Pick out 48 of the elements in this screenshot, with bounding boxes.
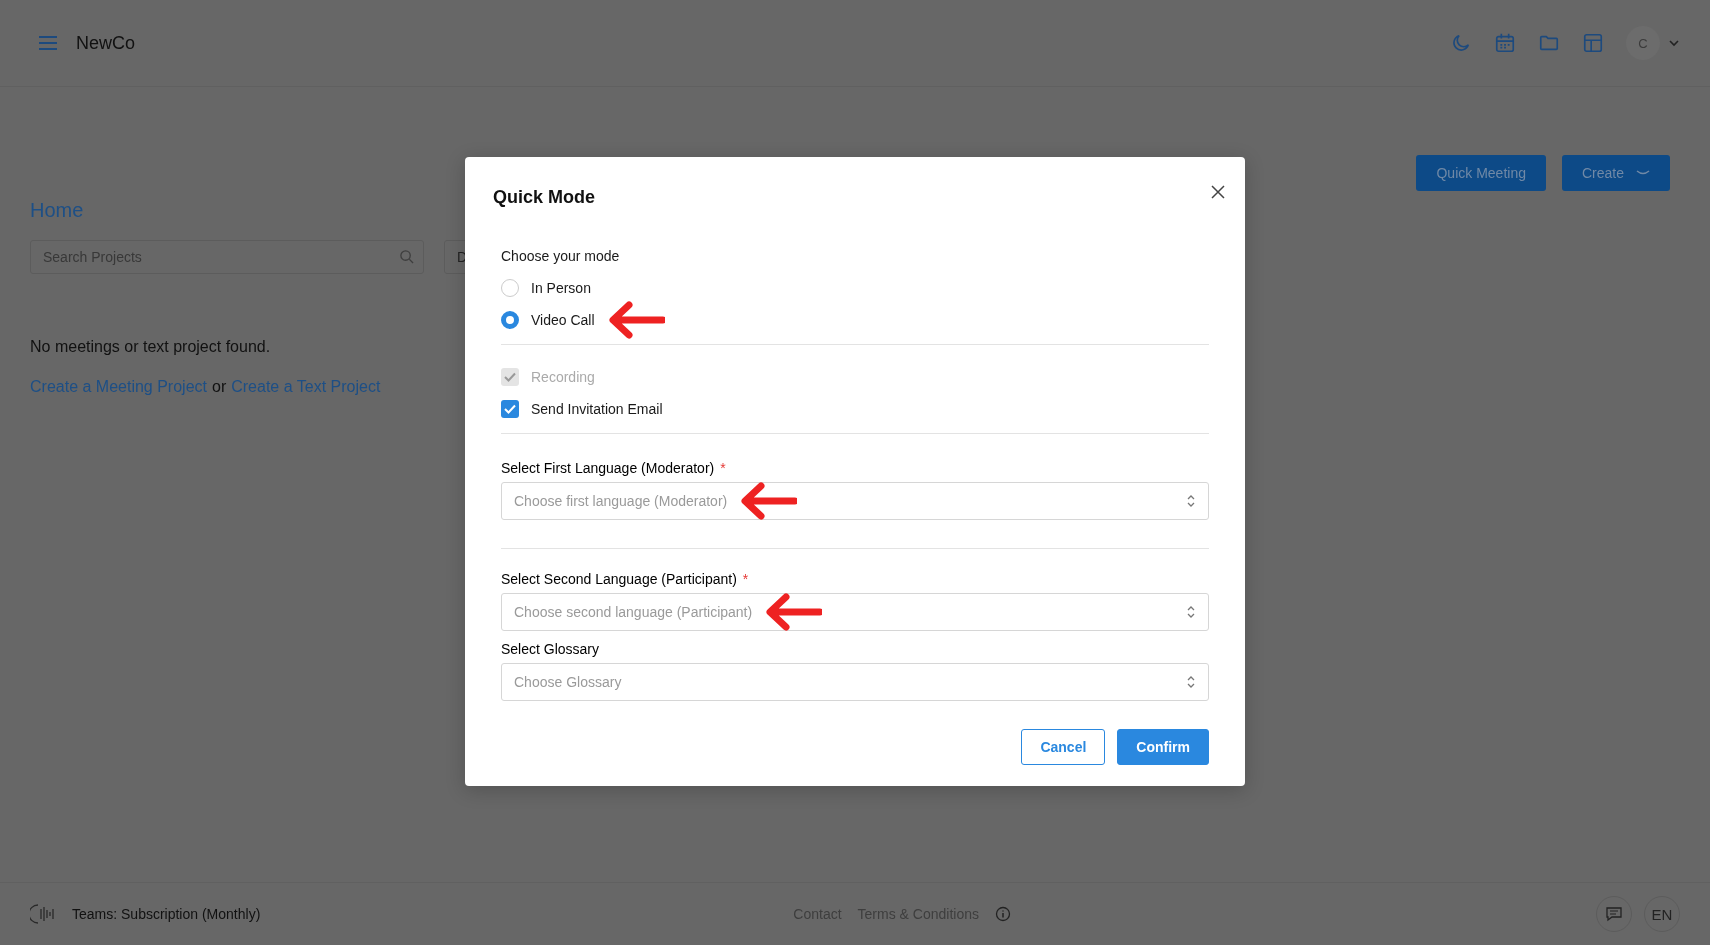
radio-label: In Person: [531, 280, 591, 296]
calendar-icon[interactable]: [1494, 32, 1516, 54]
create-dropdown-button[interactable]: Create: [1561, 155, 1670, 191]
menu-icon[interactable]: [38, 35, 58, 51]
chevron-down-icon[interactable]: [1668, 39, 1680, 47]
search-icon: [399, 249, 414, 264]
layout-grid-icon[interactable]: [1582, 32, 1604, 54]
field-label: Select First Language (Moderator): [501, 460, 715, 476]
field-label: Select Second Language (Participant): [501, 571, 737, 587]
select-field[interactable]: Choose Glossary: [501, 663, 1209, 701]
radio-button[interactable]: [501, 311, 519, 329]
required-asterisk: *: [742, 571, 749, 587]
create-text-link[interactable]: Create a Text Project: [231, 378, 381, 396]
checkbox-label: Recording: [531, 369, 595, 385]
radio-button[interactable]: [501, 279, 519, 297]
check-icon: [504, 404, 516, 414]
empty-message: No meetings or text project found.: [30, 338, 272, 356]
info-icon[interactable]: [994, 906, 1011, 922]
select-field[interactable]: Choose second language (Participant): [501, 593, 1209, 631]
checkbox[interactable]: [501, 400, 519, 418]
cancel-button[interactable]: Cancel: [1021, 729, 1106, 765]
arrow-drawing: [739, 482, 798, 520]
logo-icon: [30, 902, 56, 926]
dialog-title: Quick Mode: [493, 187, 596, 208]
chevron-up-down-icon: [1186, 675, 1196, 689]
quick-meeting-button[interactable]: Quick Meeting: [1416, 155, 1546, 191]
checkbox-label: Send Invitation Email: [531, 401, 663, 417]
required-asterisk: *: [720, 460, 726, 476]
moon-icon[interactable]: [1450, 32, 1472, 54]
chevron-down-icon: [1636, 169, 1650, 177]
chat-icon: [1605, 906, 1623, 922]
or-text: or: [212, 378, 227, 396]
arrow-drawing: [764, 593, 823, 631]
radio-label: Video Call: [531, 312, 595, 328]
subscription-text: Teams: Subscription (Monthly): [72, 906, 261, 922]
arrow-drawing: [606, 301, 665, 339]
page-title: Home: [30, 199, 85, 222]
mode-label: Choose your mode: [501, 248, 621, 264]
chevron-up-down-icon: [1186, 605, 1196, 619]
field-label: Select Glossary: [501, 641, 600, 657]
close-button[interactable]: [1211, 185, 1225, 199]
select-field[interactable]: Choose first language (Moderator): [501, 482, 1209, 520]
chevron-up-down-icon: [1186, 494, 1196, 508]
check-icon: [504, 372, 516, 382]
brand-name: NewCo: [76, 32, 136, 54]
close-icon: [1211, 185, 1225, 199]
confirm-button[interactable]: Confirm: [1117, 729, 1209, 765]
create-meeting-link[interactable]: Create a Meeting Project: [30, 378, 207, 396]
